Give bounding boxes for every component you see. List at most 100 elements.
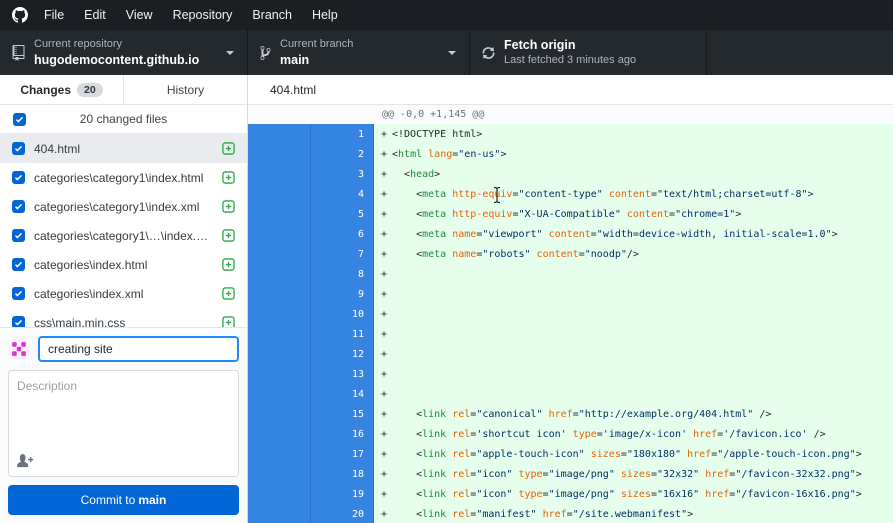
current-branch-value: main <box>280 52 310 67</box>
file-checkbox[interactable] <box>12 142 25 155</box>
current-branch-label: Current branch <box>280 38 354 51</box>
diff-gutter-old[interactable] <box>248 344 311 364</box>
tab-history[interactable]: History <box>123 75 247 104</box>
diff-row: 20 + <link rel="manifest" href="/site.web… <box>248 504 893 523</box>
diff-gutter-new[interactable]: 17 <box>311 444 374 464</box>
diff-gutter-old[interactable] <box>248 224 311 244</box>
file-checkbox[interactable] <box>12 316 25 327</box>
select-all-checkbox[interactable] <box>13 112 26 126</box>
diff-gutter-old[interactable] <box>248 144 311 164</box>
diff-gutter-new[interactable]: 3 <box>311 164 374 184</box>
diff-gutter-new[interactable]: 5 <box>311 204 374 224</box>
diff-gutter-new[interactable]: 16 <box>311 424 374 444</box>
file-row[interactable]: categories\category1\index.html <box>0 163 247 192</box>
menu-file[interactable]: File <box>34 0 74 30</box>
file-checkbox[interactable] <box>12 229 25 242</box>
diff-gutter-old[interactable] <box>248 284 311 304</box>
diff-gutter-old[interactable] <box>248 244 311 264</box>
commit-area: Commit tomain <box>0 327 247 523</box>
file-row[interactable]: categories\category1\index.xml <box>0 192 247 221</box>
diff-row: 19 + <link rel="icon" type="image/png" si… <box>248 484 893 504</box>
diff-gutter-new[interactable]: 14 <box>311 384 374 404</box>
chevron-down-icon <box>226 50 234 55</box>
file-checkbox[interactable] <box>12 200 25 213</box>
diff-line: + <link rel="icon" type="image/png" size… <box>374 484 893 504</box>
commit-button[interactable]: Commit to main <box>8 485 239 515</box>
current-repository-label: Current repository <box>34 38 123 51</box>
diff-gutter-new[interactable]: 19 <box>311 484 374 504</box>
file-status-added-icon <box>222 171 235 184</box>
diff-gutter-new[interactable]: 12 <box>311 344 374 364</box>
diff-gutter-new[interactable]: 18 <box>311 464 374 484</box>
diff-line: + <meta name="robots" content="noodp"/> <box>374 244 893 264</box>
diff-gutter-new[interactable]: 15 <box>311 404 374 424</box>
tab-changes-label: Changes <box>20 82 71 97</box>
diff-gutter-new[interactable]: 1 <box>311 124 374 144</box>
diff-gutter-old[interactable] <box>248 464 311 484</box>
diff-gutter-old[interactable] <box>248 164 311 184</box>
diff-gutter-old[interactable] <box>248 384 311 404</box>
current-repository-button[interactable]: Current repository hugodemocontent.githu… <box>0 30 248 75</box>
file-checkbox[interactable] <box>12 258 25 271</box>
diff-gutter-new[interactable]: 10 <box>311 304 374 324</box>
diff-line: + <box>374 264 893 284</box>
menu-view[interactable]: View <box>116 0 163 30</box>
diff-gutter-old[interactable] <box>248 424 311 444</box>
diff-gutter-old[interactable] <box>248 324 311 344</box>
diff-line: + <link rel="icon" type="image/png" size… <box>374 464 893 484</box>
diff-gutter-old[interactable] <box>248 504 311 523</box>
file-tabbar: 404.html <box>248 75 893 105</box>
menu-edit[interactable]: Edit <box>74 0 116 30</box>
diff-gutter-old[interactable] <box>248 444 311 464</box>
diff-gutter-new[interactable]: 6 <box>311 224 374 244</box>
diff-gutter-old[interactable] <box>248 124 311 144</box>
file-row[interactable]: 404.html <box>0 134 247 163</box>
diff-gutter-new[interactable]: 4 <box>311 184 374 204</box>
diff-gutter-old[interactable] <box>248 204 311 224</box>
diff-gutter-new[interactable]: 7 <box>311 244 374 264</box>
diff-gutter-old[interactable] <box>248 404 311 424</box>
diff-gutter-new[interactable]: 13 <box>311 364 374 384</box>
diff-row: 18 + <link rel="icon" type="image/png" si… <box>248 464 893 484</box>
diff-row: 12 + <box>248 344 893 364</box>
diff-gutter-new[interactable]: 8 <box>311 264 374 284</box>
fetch-origin-button[interactable]: Fetch origin Last fetched 3 minutes ago <box>470 30 707 75</box>
diff-gutter-new[interactable]: 20 <box>311 504 374 523</box>
file-name: categories\category1\index.xml <box>34 199 200 214</box>
file-row[interactable]: categories\category1\…\index.html <box>0 221 247 250</box>
file-status-added-icon <box>222 142 235 155</box>
diff-gutter-old[interactable] <box>248 304 311 324</box>
file-name: categories\index.html <box>34 257 148 272</box>
menu-repository[interactable]: Repository <box>163 0 243 30</box>
file-tab[interactable]: 404.html <box>270 83 316 97</box>
diff-gutter-new[interactable]: 2 <box>311 144 374 164</box>
diff-row: 10 + <box>248 304 893 324</box>
diff-gutter-old[interactable] <box>248 264 311 284</box>
menu-help[interactable]: Help <box>302 0 348 30</box>
file-row[interactable]: categories\index.html <box>0 250 247 279</box>
file-status-added-icon <box>222 229 235 242</box>
diff-row: 1 + <!DOCTYPE html> <box>248 124 893 144</box>
diff-gutter-new[interactable]: 11 <box>311 324 374 344</box>
diff-line: + <link rel="apple-touch-icon" sizes="18… <box>374 444 893 464</box>
diff-gutter-new[interactable]: 9 <box>311 284 374 304</box>
description-box <box>8 370 239 477</box>
diff-gutter-old[interactable] <box>248 184 311 204</box>
menu-branch[interactable]: Branch <box>242 0 302 30</box>
file-row[interactable]: css\main.min.css <box>0 308 247 327</box>
file-status-added-icon <box>222 316 235 327</box>
diff-gutter-old[interactable] <box>248 364 311 384</box>
diff-line: + <link rel="canonical" href="http://exa… <box>374 404 893 424</box>
summary-input[interactable] <box>38 336 239 362</box>
file-row[interactable]: categories\index.xml <box>0 279 247 308</box>
current-branch-button[interactable]: Current branch main <box>248 30 470 75</box>
changes-sidebar: Changes 20 History 20 changed files 404.… <box>0 75 248 523</box>
description-input[interactable] <box>17 379 230 453</box>
toolbar: Current repository hugodemocontent.githu… <box>0 30 893 75</box>
file-checkbox[interactable] <box>12 171 25 184</box>
repo-icon <box>12 44 25 61</box>
tab-changes[interactable]: Changes 20 <box>0 75 123 104</box>
add-coauthor-icon[interactable] <box>17 453 34 468</box>
file-checkbox[interactable] <box>12 287 25 300</box>
diff-gutter-old[interactable] <box>248 484 311 504</box>
